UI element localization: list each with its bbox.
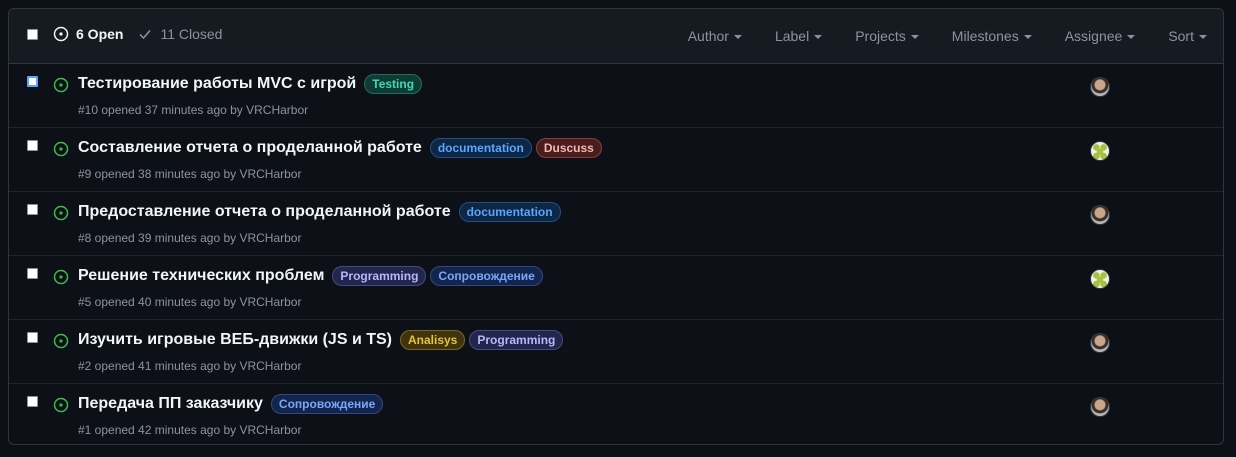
issue-label[interactable]: documentation — [429, 138, 532, 158]
open-issues-tab[interactable]: 6 Open — [53, 26, 123, 42]
closed-count-label: 11 Closed — [160, 26, 223, 42]
issue-row[interactable]: Передача ПП заказчику Сопровождение #1 ope… — [9, 384, 1223, 444]
filter-milestones-label: Milestones — [951, 28, 1019, 44]
issue-label[interactable]: Сопровождение — [430, 266, 543, 286]
assignee-avatar[interactable] — [1090, 397, 1110, 417]
caret-down-icon — [814, 35, 823, 39]
issue-title-line: Решение технических проблем Programming Со… — [78, 266, 543, 286]
issue-meta: #2 opened 41 minutes ago by VRCHarbor — [78, 359, 302, 373]
issue-title-link[interactable]: Изучить игровые ВЕБ-движки (JS и TS) — [78, 331, 392, 349]
issue-title-link[interactable]: Решение технических проблем — [78, 267, 324, 285]
issue-row[interactable]: Предоставление отчета о проделанной рабо… — [9, 192, 1223, 256]
caret-down-icon — [733, 35, 742, 39]
issue-meta: #1 opened 42 minutes ago by VRCHarbor — [78, 423, 302, 437]
issue-title-link[interactable]: Тестирование работы MVC с игрой — [78, 75, 356, 93]
issue-checkbox[interactable] — [27, 76, 38, 87]
issue-label[interactable]: Analisys — [400, 330, 466, 350]
filter-author[interactable]: Author — [688, 28, 742, 44]
issue-checkbox[interactable] — [27, 332, 38, 343]
issue-meta: #5 opened 40 minutes ago by VRCHarbor — [78, 295, 302, 309]
issue-title-line: Передача ПП заказчику Сопровождение — [78, 394, 384, 414]
issue-title-line: Изучить игровые ВЕБ-движки (JS и TS) Anal… — [78, 330, 564, 350]
select-all-checkbox[interactable] — [27, 29, 38, 40]
issue-title-line: Тестирование работы MVC с игрой Testing — [78, 74, 423, 94]
filter-label-label: Label — [774, 28, 810, 44]
filter-sort-label: Sort — [1168, 28, 1194, 44]
caret-down-icon — [910, 35, 919, 39]
issue-open-icon — [53, 141, 69, 157]
issue-title-link[interactable]: Предоставление отчета о проделанной рабо… — [78, 203, 451, 221]
filter-projects-label: Projects — [855, 28, 906, 44]
issue-title-line: Предоставление отчета о проделанной рабо… — [78, 202, 561, 222]
issue-meta: #9 opened 38 minutes ago by VRCHarbor — [78, 167, 302, 181]
issues-list-box: 6 Open 11 Closed Author Label Projects M… — [8, 8, 1224, 445]
issue-label[interactable]: Testing — [364, 74, 423, 94]
assignee-avatar[interactable] — [1090, 333, 1110, 353]
check-icon — [139, 30, 152, 40]
filter-author-label: Author — [687, 28, 729, 44]
issue-label[interactable]: Programming — [469, 330, 564, 350]
filter-assignee-label: Assignee — [1064, 28, 1123, 44]
open-count-label: 6 Open — [76, 26, 124, 42]
issue-row[interactable]: Решение технических проблем Programming Со… — [9, 256, 1223, 320]
caret-down-icon — [1199, 35, 1207, 39]
issues-list-header: 6 Open 11 Closed Author Label Projects M… — [9, 9, 1223, 64]
issue-state-toggle: 6 Open 11 Closed — [53, 26, 222, 42]
issue-label[interactable]: documentation — [458, 202, 561, 222]
issue-open-icon — [53, 333, 69, 349]
issue-open-icon — [53, 269, 69, 285]
issue-meta: #10 opened 37 minutes ago by VRCHarbor — [78, 103, 309, 117]
caret-down-icon — [1127, 35, 1136, 39]
caret-down-icon — [1023, 35, 1032, 39]
issue-label[interactable]: Duscuss — [535, 138, 602, 158]
issue-row[interactable]: Тестирование работы MVC с игрой Testing #1… — [9, 64, 1223, 128]
filter-label[interactable]: Label — [774, 28, 823, 44]
issue-open-icon — [53, 77, 69, 93]
issue-row[interactable]: Составление отчета о проделанной работе d… — [9, 128, 1223, 192]
filter-assignee[interactable]: Assignee — [1065, 28, 1136, 44]
issue-checkbox[interactable] — [27, 396, 38, 407]
issue-meta: #8 opened 39 minutes ago by VRCHarbor — [78, 231, 302, 245]
filter-bar: Author Label Projects Milestones Assigne… — [688, 9, 1223, 63]
issue-open-icon — [53, 205, 69, 221]
assignee-avatar[interactable] — [1090, 269, 1110, 289]
assignee-avatar[interactable] — [1090, 141, 1110, 161]
issue-checkbox[interactable] — [27, 204, 38, 215]
filter-milestones[interactable]: Milestones — [952, 28, 1032, 44]
issue-open-icon — [53, 397, 69, 413]
issue-label[interactable]: Сопровождение — [270, 394, 384, 414]
issue-checkbox[interactable] — [27, 268, 38, 279]
issue-rows: Тестирование работы MVC с игрой Testing #1… — [9, 64, 1223, 444]
assignee-avatar[interactable] — [1090, 77, 1110, 97]
issue-title-line: Составление отчета о проделанной работе d… — [78, 138, 602, 158]
assignee-avatar[interactable] — [1090, 205, 1110, 225]
issue-checkbox[interactable] — [27, 140, 38, 151]
closed-issues-tab[interactable]: 11 Closed — [137, 26, 222, 42]
issue-title-link[interactable]: Составление отчета о проделанной работе — [78, 139, 422, 157]
issue-open-icon — [53, 26, 69, 42]
issue-label[interactable]: Programming — [332, 266, 427, 286]
issue-title-link[interactable]: Передача ПП заказчику — [78, 395, 263, 413]
filter-sort[interactable]: Sort — [1168, 28, 1207, 44]
filter-projects[interactable]: Projects — [855, 28, 919, 44]
issue-row[interactable]: Изучить игровые ВЕБ-движки (JS и TS) Anal… — [9, 320, 1223, 384]
